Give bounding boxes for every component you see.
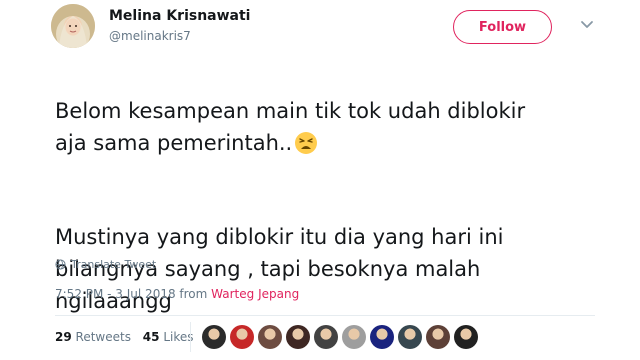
likes-stat[interactable]: 45 Likes [143,330,194,344]
globe-icon [55,259,66,270]
translate-tweet-label: Translate Tweet [71,258,157,271]
liker-avatar-7[interactable] [370,325,394,349]
likes-label: Likes [163,330,194,344]
tweet-timestamp[interactable]: 7:52 PM - 3 Jul 2018 from [55,287,207,301]
tired-face-emoji-icon [295,132,318,154]
author-handle[interactable]: @melinakris7 [109,29,191,43]
liker-avatar-1[interactable] [202,325,226,349]
liker-avatar-6[interactable] [342,325,366,349]
liker-avatar-4[interactable] [286,325,310,349]
retweets-count: 29 [55,330,72,344]
follow-button[interactable]: Follow [453,10,552,44]
tweet-paragraph-1: Belom kesampean main tik tok udah diblok… [55,95,595,159]
profile-photo-icon [51,4,95,48]
tweet-text: Belom kesampean main tik tok udah diblok… [55,63,595,349]
author-name[interactable]: Melina Krisnawati [109,8,250,24]
likes-count: 45 [142,330,160,344]
author-avatar[interactable] [51,4,95,48]
tweet-meta: 7:52 PM - 3 Jul 2018 from Warteg Jepang [55,287,299,301]
liker-avatar-10[interactable] [454,325,478,349]
translate-tweet-link[interactable]: Translate Tweet [55,258,156,271]
stats-separator [190,322,191,352]
retweets-label: Retweets [75,330,131,344]
liker-avatar-3[interactable] [258,325,282,349]
tweet-paragraph-1-text: Belom kesampean main tik tok udah diblok… [55,99,526,155]
liker-avatars [202,325,478,349]
liker-avatar-9[interactable] [426,325,450,349]
tweet-source[interactable]: Warteg Jepang [211,287,299,301]
chevron-down-icon[interactable] [579,16,595,32]
retweets-stat[interactable]: 29 Retweets [55,330,131,344]
divider [55,315,595,316]
liker-avatar-8[interactable] [398,325,422,349]
liker-avatar-5[interactable] [314,325,338,349]
liker-avatar-2[interactable] [230,325,254,349]
tweet-stats: 29 Retweets 45 Likes [55,330,202,344]
